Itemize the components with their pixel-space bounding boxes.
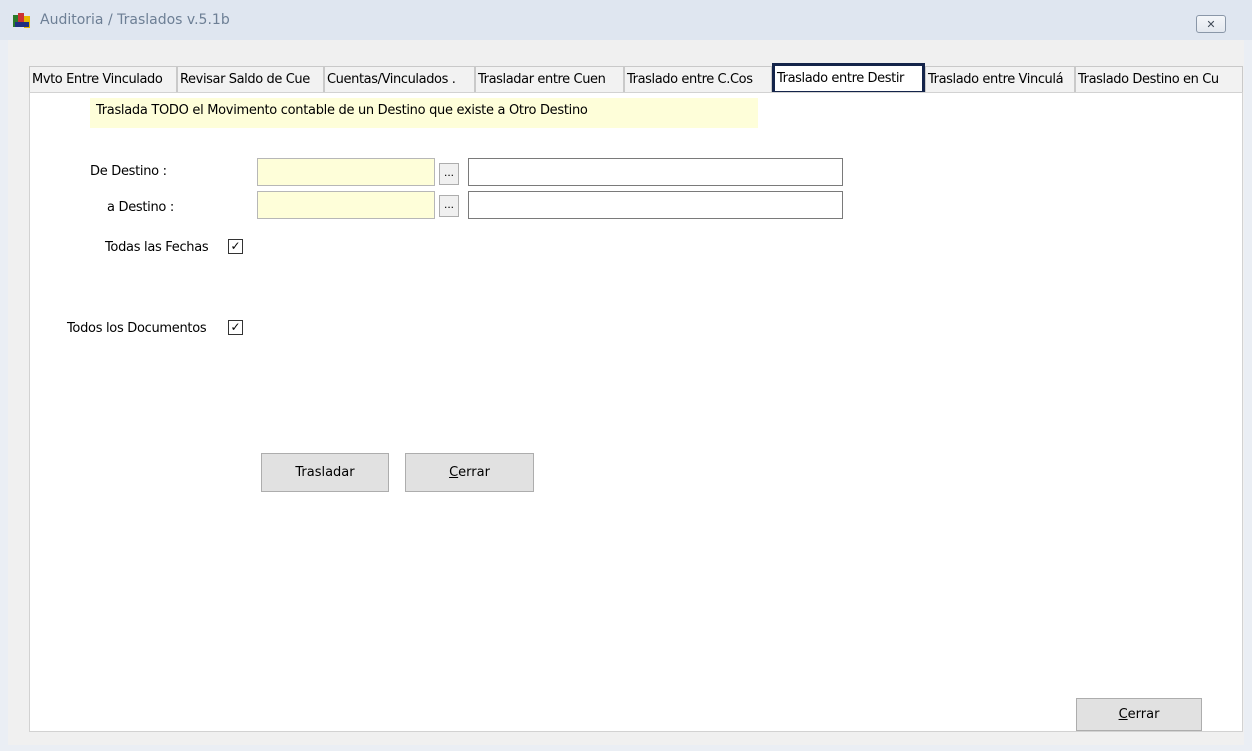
todos-los-documentos-label: Todos los Documentos (67, 321, 207, 336)
app-icon (13, 13, 30, 28)
a-destino-lookup-button[interactable]: ... (439, 195, 459, 217)
a-destino-description-field[interactable] (468, 191, 843, 219)
close-button[interactable]: ✕ (1196, 15, 1226, 33)
trasladar-button[interactable]: Trasladar (261, 453, 389, 492)
window-title: Auditoria / Traslados v.5.1b (40, 12, 230, 28)
de-destino-code-input[interactable] (257, 158, 435, 186)
tab-traslado-entre-vinculados[interactable]: Traslado entre Vinculá (925, 66, 1075, 92)
tab-traslado-destino-en-cuenta[interactable]: Traslado Destino en Cu (1075, 66, 1243, 92)
tab-strip: Mvto Entre Vinculado Revisar Saldo de Cu… (29, 63, 1243, 94)
cerrar-label: errar (458, 465, 490, 480)
tab-trasladar-entre-cuentas[interactable]: Trasladar entre Cuen (475, 66, 624, 92)
tab-traslado-entre-destinos[interactable]: Traslado entre Destir (772, 63, 925, 94)
de-destino-lookup-button[interactable]: ... (439, 163, 459, 185)
checkmark-icon: ✓ (230, 320, 241, 334)
de-destino-description-field[interactable] (468, 158, 843, 186)
panel-cerrar-button[interactable]: Cerrar (405, 453, 534, 492)
app-window: Auditoria / Traslados v.5.1b ✕ Mvto Entr… (0, 0, 1252, 751)
tab-traslado-entre-ccos[interactable]: Traslado entre C.Cos (624, 66, 772, 92)
tab-panel: Traslada TODO el Movimento contable de u… (29, 92, 1243, 732)
checkmark-icon: ✓ (230, 239, 241, 253)
todos-los-documentos-checkbox[interactable]: ✓ (228, 320, 243, 335)
de-destino-label: De Destino : (90, 164, 167, 179)
footer-cerrar-button[interactable]: Cerrar (1076, 698, 1202, 731)
cerrar-accelerator: C (449, 465, 459, 480)
title-bar[interactable]: Auditoria / Traslados v.5.1b ✕ (0, 0, 1252, 40)
tab-revisar-saldo[interactable]: Revisar Saldo de Cue (177, 66, 324, 92)
todas-las-fechas-checkbox[interactable]: ✓ (228, 239, 243, 254)
tab-cuentas-vinculados[interactable]: Cuentas/Vinculados . (324, 66, 475, 92)
footer-cerrar-label: errar (1127, 707, 1160, 722)
a-destino-label: a Destino : (107, 200, 174, 215)
tab-mvto-entre-vinculado[interactable]: Mvto Entre Vinculado (29, 66, 177, 92)
client-area: Mvto Entre Vinculado Revisar Saldo de Cu… (8, 40, 1244, 745)
close-icon: ✕ (1206, 19, 1216, 31)
todas-las-fechas-label: Todas las Fechas (105, 240, 209, 255)
a-destino-code-input[interactable] (257, 191, 435, 219)
info-banner: Traslada TODO el Movimento contable de u… (90, 98, 758, 128)
footer-cerrar-accelerator: C (1118, 707, 1128, 722)
